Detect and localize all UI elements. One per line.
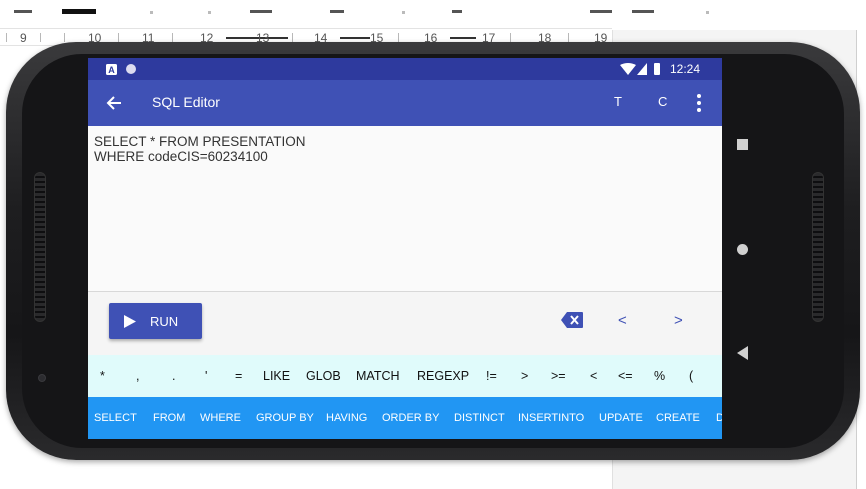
status-bar: A 12:24 bbox=[88, 58, 722, 80]
app-screen: A 12:24 SQL Editor T C SELECT * FROM PRE… bbox=[88, 58, 722, 439]
symbol-key[interactable]: > bbox=[521, 369, 528, 383]
action-row: RUN < > bbox=[88, 293, 722, 355]
keyword-key[interactable]: CREATE bbox=[656, 412, 700, 424]
recents-button-icon[interactable] bbox=[737, 139, 748, 150]
keyword-key[interactable]: INSERTINTO bbox=[518, 412, 584, 424]
c-action-button[interactable]: C bbox=[658, 94, 667, 109]
sync-dot-icon bbox=[126, 64, 136, 74]
symbol-key[interactable]: MATCH bbox=[356, 369, 400, 383]
t-action-button[interactable]: T bbox=[614, 94, 622, 109]
toolbar-fragment bbox=[706, 11, 709, 14]
wifi-icon bbox=[620, 63, 636, 75]
doc-toolbar bbox=[0, 0, 866, 28]
toolbar-fragment bbox=[208, 11, 211, 14]
toolbar-fragment bbox=[590, 10, 612, 13]
toolbar-fragment bbox=[330, 10, 344, 13]
symbol-key[interactable]: != bbox=[486, 369, 497, 383]
toolbar-fragment bbox=[452, 10, 462, 13]
symbol-key[interactable]: < bbox=[590, 369, 597, 383]
page-title: SQL Editor bbox=[152, 94, 220, 110]
keyword-key[interactable]: UPDATE bbox=[599, 412, 643, 424]
cursor-left-button[interactable]: < bbox=[618, 312, 627, 329]
keyword-key[interactable]: D bbox=[716, 412, 722, 424]
keyword-key[interactable]: WHERE bbox=[200, 412, 241, 424]
front-camera bbox=[38, 374, 46, 382]
keyword-key[interactable]: GROUP BY bbox=[256, 412, 314, 424]
symbol-key[interactable]: = bbox=[235, 369, 242, 383]
signal-icon bbox=[637, 63, 647, 75]
symbol-key[interactable]: * bbox=[100, 369, 105, 383]
keyword-key[interactable]: HAVING bbox=[326, 412, 367, 424]
symbol-keys-row: * , . ' = LIKE GLOB MATCH REGEXP != > >=… bbox=[88, 355, 722, 397]
run-button-label: RUN bbox=[150, 314, 179, 329]
symbol-key[interactable]: GLOB bbox=[306, 369, 341, 383]
svg-text:A: A bbox=[108, 65, 115, 75]
cursor-right-button[interactable]: > bbox=[674, 312, 683, 329]
status-time: 12:24 bbox=[670, 62, 701, 76]
home-button-icon[interactable] bbox=[737, 244, 748, 255]
symbol-key[interactable]: >= bbox=[551, 369, 566, 383]
keyword-key[interactable]: FROM bbox=[153, 412, 185, 424]
notification-a-icon: A bbox=[106, 64, 117, 75]
back-arrow-icon[interactable] bbox=[106, 95, 122, 111]
symbol-key[interactable]: . bbox=[172, 369, 175, 383]
backspace-icon[interactable] bbox=[561, 312, 583, 328]
symbol-key[interactable]: REGEXP bbox=[417, 369, 469, 383]
battery-icon bbox=[654, 63, 660, 75]
symbol-key[interactable]: LIKE bbox=[263, 369, 290, 383]
left-speaker-grille bbox=[34, 172, 46, 322]
symbol-key[interactable]: ' bbox=[205, 369, 207, 383]
keyword-keys-row: SELECT FROM WHERE GROUP BY HAVING ORDER … bbox=[88, 397, 722, 439]
play-icon bbox=[124, 315, 136, 328]
toolbar-fragment bbox=[402, 11, 405, 14]
keyword-key[interactable]: DISTINCT bbox=[454, 412, 505, 424]
symbol-key[interactable]: , bbox=[136, 369, 139, 383]
back-nav-triangle-icon[interactable] bbox=[736, 345, 750, 361]
symbol-key[interactable]: % bbox=[654, 369, 665, 383]
overflow-menu-icon[interactable] bbox=[697, 94, 701, 112]
ruler-number: 9 bbox=[20, 31, 27, 45]
right-speaker-grille bbox=[812, 172, 824, 322]
toolbar-fragment bbox=[250, 10, 272, 13]
toolbar-fragment bbox=[14, 10, 32, 13]
app-bar: SQL Editor T C bbox=[88, 80, 722, 126]
toolbar-fragment bbox=[62, 9, 96, 14]
symbol-key[interactable]: <= bbox=[618, 369, 633, 383]
symbol-key[interactable]: ( bbox=[689, 369, 693, 383]
toolbar-fragment bbox=[632, 10, 654, 13]
toolbar-fragment bbox=[150, 11, 153, 14]
keyword-key[interactable]: SELECT bbox=[94, 412, 137, 424]
run-button[interactable]: RUN bbox=[109, 303, 202, 339]
keyword-key[interactable]: ORDER BY bbox=[382, 412, 439, 424]
sql-editor-input[interactable]: SELECT * FROM PRESENTATION WHERE codeCIS… bbox=[88, 126, 722, 292]
